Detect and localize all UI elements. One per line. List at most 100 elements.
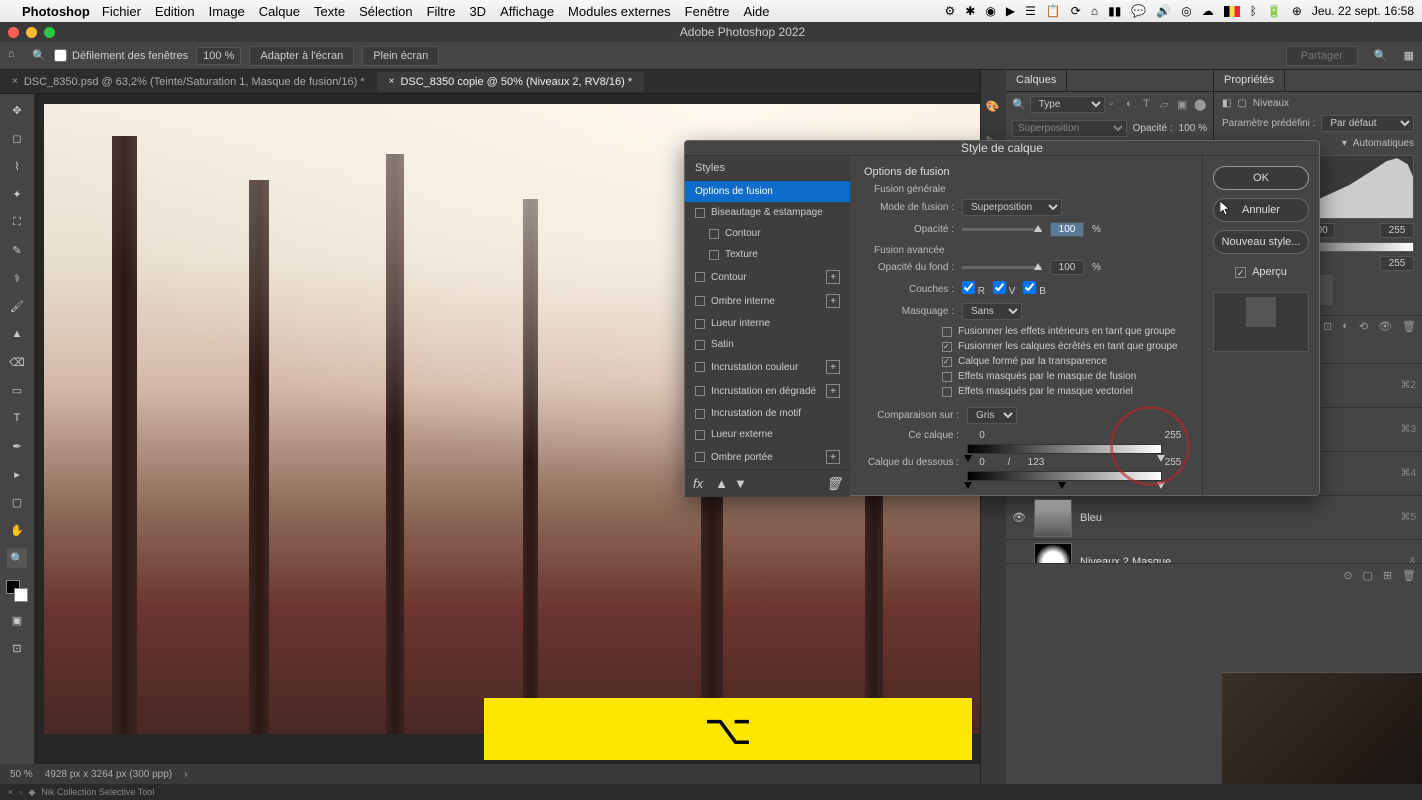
menu-plugins[interactable]: Modules externes (568, 4, 671, 19)
blend-clipped-checkbox[interactable]: Fusionner les calques écrêtés en tant qu… (942, 341, 1188, 352)
visibility-icon[interactable]: 👁 (1378, 320, 1392, 333)
workspace-icon[interactable]: ▦ (1404, 49, 1414, 62)
reset-icon[interactable]: ⟲ (1359, 320, 1368, 333)
status-icon[interactable]: ⟳ (1071, 4, 1081, 18)
fit-screen-button[interactable]: Adapter à l'écran (249, 46, 354, 66)
menu-help[interactable]: Aide (743, 4, 769, 19)
vector-mask-hides-checkbox[interactable]: Effets masqués par le masque vectoriel (942, 386, 1188, 397)
save-selection-icon[interactable]: ▢ (1362, 569, 1372, 582)
type-tool[interactable]: T (7, 408, 27, 428)
blend-mode-select[interactable]: Superposition (1012, 120, 1127, 137)
healing-tool[interactable]: ⚕ (7, 268, 27, 288)
status-icon[interactable]: ☰ (1025, 4, 1036, 18)
move-tool[interactable]: ✥ (7, 100, 27, 120)
trash-icon[interactable]: 🗑 (825, 476, 842, 492)
crop-tool[interactable]: ⛶ (7, 212, 27, 232)
color-swatches[interactable] (6, 580, 28, 602)
preview-checkbox[interactable]: Aperçu (1213, 266, 1309, 278)
share-button[interactable]: Partager (1286, 46, 1358, 66)
stamp-tool[interactable]: ▲ (7, 324, 27, 344)
eyedropper-tool[interactable]: ✎ (7, 240, 27, 260)
wand-tool[interactable]: ✦ (7, 184, 27, 204)
menu-text[interactable]: Texte (314, 4, 345, 19)
channel-r-checkbox[interactable]: R (962, 281, 985, 297)
nik-collection-bar[interactable]: × ▫ ◆ Nik Collection Selective Tool (0, 784, 1422, 800)
blend-interior-checkbox[interactable]: Fusionner les effets intérieurs en tant … (942, 326, 1188, 337)
app-menu[interactable]: Photoshop (22, 4, 90, 19)
gradient-tool[interactable]: ▭ (7, 380, 27, 400)
gradient-overlay-item[interactable]: Incrustation en dégradé+ (685, 379, 850, 403)
inner-shadow-item[interactable]: Ombre interne+ (685, 289, 850, 313)
expand-icon[interactable]: ▫ (19, 787, 22, 797)
move-down-icon[interactable]: ▼ (734, 476, 747, 491)
volume-icon[interactable]: 🔊 (1156, 4, 1171, 18)
inner-glow-item[interactable]: Lueur interne (685, 313, 850, 334)
opacity-slider[interactable] (962, 228, 1042, 231)
auto-button[interactable]: Automatiques (1353, 138, 1414, 149)
status-icon[interactable]: ⌂ (1091, 4, 1098, 18)
new-style-button[interactable]: Nouveau style... (1213, 230, 1309, 254)
doc-dimensions[interactable]: 4928 px x 3264 px (300 ppp) (45, 769, 172, 780)
bevel-emboss-item[interactable]: Biseautage & estampage (685, 202, 850, 223)
close-tab-icon[interactable]: × (12, 76, 18, 87)
status-icon[interactable]: ◉ (985, 4, 995, 18)
search-icon[interactable]: 🔍 (1374, 49, 1388, 62)
shape-tool[interactable]: ▢ (7, 492, 27, 512)
mask-hides-checkbox[interactable]: Effets masqués par le masque de fusion (942, 371, 1188, 382)
brush-tool[interactable]: 🖌 (7, 296, 27, 316)
prev-state-icon[interactable]: ◐ (1342, 320, 1349, 333)
filter-shape-icon[interactable]: ▱ (1160, 98, 1173, 111)
flag-icon[interactable] (1224, 6, 1240, 17)
status-icon[interactable]: ◎ (1181, 4, 1191, 18)
status-icon[interactable]: 💬 (1131, 4, 1146, 18)
stroke-item[interactable]: Contour+ (685, 265, 850, 289)
status-icon[interactable]: ⚙ (945, 4, 956, 18)
add-icon[interactable]: + (826, 450, 840, 464)
this-layer-slider[interactable] (967, 444, 1162, 454)
filter-toggle[interactable]: ⬤ (1194, 98, 1207, 111)
channel-b-checkbox[interactable]: B (1023, 281, 1045, 297)
channel-row[interactable]: Niveaux 2 Masque & (1006, 539, 1422, 563)
clip-icon[interactable]: ⊡ (1323, 320, 1332, 333)
layer-filter-type[interactable]: Type (1030, 96, 1105, 113)
menu-select[interactable]: Sélection (359, 4, 412, 19)
underlying-layer-slider[interactable] (967, 471, 1162, 481)
blend-mode-select[interactable]: Superposition (962, 199, 1062, 216)
wifi-icon[interactable]: ⊕ (1292, 4, 1302, 18)
status-arrow-icon[interactable]: › (184, 769, 187, 780)
visibility-toggle[interactable]: 👁 (1012, 511, 1026, 524)
close-icon[interactable]: × (8, 787, 13, 797)
document-tab[interactable]: ×DSC_8350.psd @ 63,2% (Teinte/Saturation… (0, 72, 377, 92)
pen-tool[interactable]: ✒ (7, 436, 27, 456)
quickmask-tool[interactable]: ▣ (7, 610, 27, 630)
cancel-button[interactable]: Annuler (1213, 198, 1309, 222)
battery-icon[interactable]: 🔋 (1267, 4, 1282, 18)
screenmode-tool[interactable]: ⊡ (7, 638, 27, 658)
maximize-window-button[interactable] (44, 27, 55, 38)
output-white-input[interactable] (1380, 256, 1414, 271)
clock[interactable]: Jeu. 22 sept. 16:58 (1312, 4, 1414, 18)
delete-channel-icon[interactable]: 🗑 (1402, 569, 1416, 582)
fx-icon[interactable]: fx (693, 476, 703, 491)
add-icon[interactable]: + (826, 360, 840, 374)
document-tab[interactable]: ×DSC_8350 copie @ 50% (Niveaux 2, RV8/16… (377, 72, 645, 92)
close-window-button[interactable] (8, 27, 19, 38)
fill-opacity-slider[interactable] (962, 266, 1042, 269)
filter-image-icon[interactable]: ▫ (1109, 98, 1122, 111)
hand-tool[interactable]: ✋ (7, 520, 27, 540)
move-up-icon[interactable]: ▲ (715, 476, 728, 491)
styles-header[interactable]: Styles (685, 156, 850, 181)
drop-shadow-item[interactable]: Ombre portée+ (685, 445, 850, 469)
channel-row[interactable]: 👁 Bleu ⌘5 (1006, 495, 1422, 539)
fill-opacity-input[interactable] (1050, 260, 1084, 275)
status-icon[interactable]: ▮▮ (1108, 4, 1121, 18)
menu-3d[interactable]: 3D (469, 4, 486, 19)
opacity-input[interactable] (1050, 222, 1084, 237)
layers-panel-tab[interactable]: Calques (1006, 70, 1067, 91)
add-icon[interactable]: + (826, 384, 840, 398)
ok-button[interactable]: OK (1213, 166, 1309, 190)
menu-view[interactable]: Affichage (500, 4, 554, 19)
levels-white-input[interactable] (1380, 223, 1414, 238)
filter-adjust-icon[interactable]: ◐ (1126, 98, 1139, 111)
menu-image[interactable]: Image (209, 4, 245, 19)
